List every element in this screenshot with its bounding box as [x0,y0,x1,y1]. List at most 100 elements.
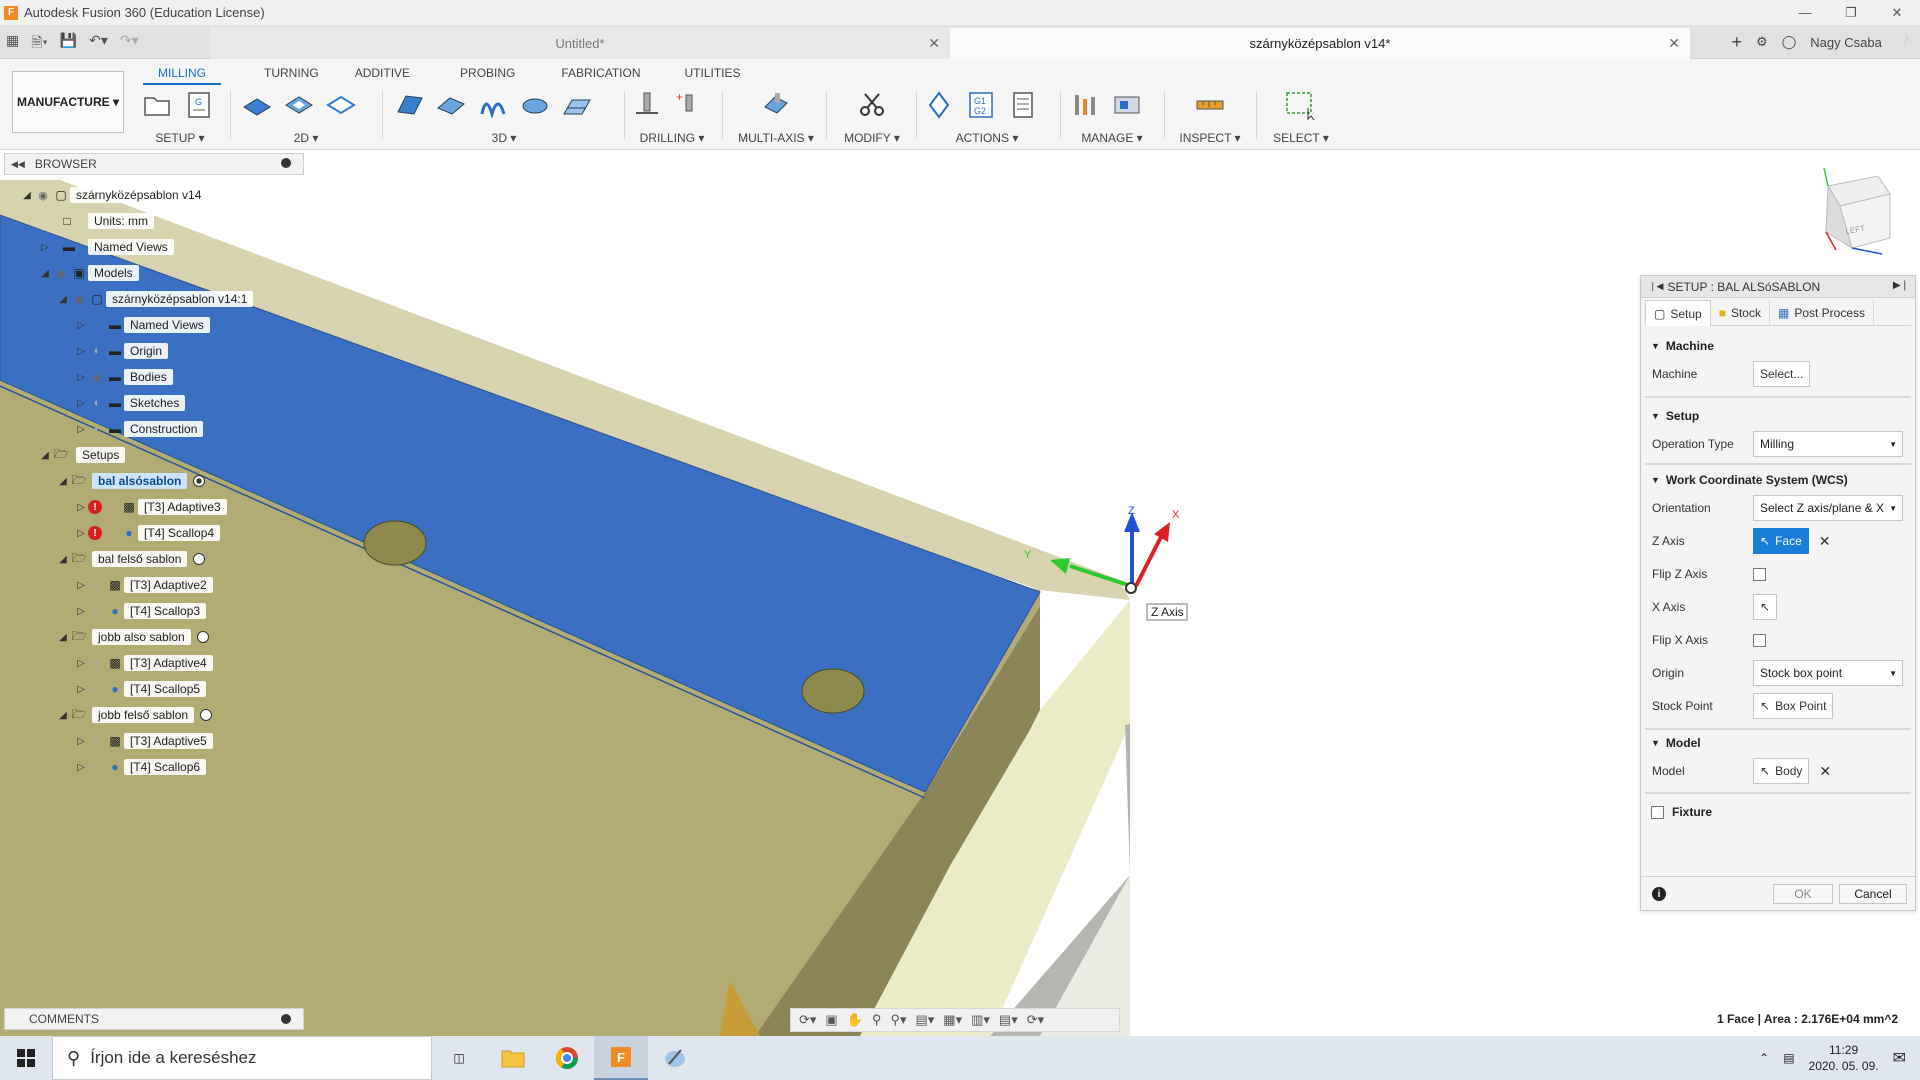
setup-sheet-icon[interactable] [1006,88,1040,122]
model-select-button[interactable]: ↖ Body [1753,758,1810,784]
job-status-icon[interactable]: ◯ [1782,34,1797,50]
hidden-eye-icon[interactable]: ◐ [88,683,106,695]
expand-triangle-icon[interactable]: ▷ [74,736,88,747]
chrome-icon[interactable] [540,1036,594,1080]
tree-op-scallop6[interactable]: ▷ ◐ ● [T4] Scallop6 [74,756,207,778]
tab-additive[interactable]: ADDITIVE [340,65,425,85]
setup-radio[interactable] [200,709,213,721]
orbit-icon[interactable]: ⟳▾ [799,1012,816,1028]
collapse-triangle-icon[interactable]: ◢ [56,294,70,305]
tree-bodies[interactable]: ▷ ◉ ▬ Bodies [74,366,173,388]
refresh-icon[interactable]: ⟳▾ [1027,1012,1044,1028]
network-icon[interactable]: ▤ [1783,1051,1794,1065]
3d-parallel-icon[interactable] [518,88,552,122]
viewports-icon[interactable]: ▥▾ [971,1012,990,1028]
save-icon[interactable]: 💾 [60,32,77,56]
visibility-eye-icon[interactable]: ◉ [34,189,52,202]
tree-op-adaptive5[interactable]: ▷ ◐ ▩ [T3] Adaptive5 [74,730,213,752]
tree-setup-jobb-also[interactable]: ◢ 🗁 jobb also sablon [56,626,209,648]
expand-triangle-icon[interactable]: ▷ [74,398,88,409]
tab-turning[interactable]: TURNING [249,65,334,85]
machine-library-icon[interactable] [1110,88,1144,122]
tab-active-document[interactable]: szárnyközépsablon v14* ✕ [950,28,1690,59]
drilling-group-label[interactable]: DRILLING [640,131,695,145]
3d-scallop-icon[interactable] [560,88,594,122]
tree-op-adaptive2[interactable]: ▷ ◐ ▩ [T3] Adaptive2 [74,574,213,596]
tab-milling[interactable]: MILLING [143,65,222,85]
machine-select-button[interactable]: Select... [1753,361,1811,387]
error-icon[interactable]: ! [88,500,102,514]
hidden-eye-icon[interactable]: ◐ [102,527,120,539]
close-tab-icon[interactable]: ✕ [928,35,940,52]
setup-radio[interactable] [196,631,209,643]
clock[interactable]: 11:29 2020. 05. 09. [1809,1042,1879,1074]
fit-zoom-icon[interactable]: ⚲▾ [890,1012,906,1028]
origin-dropdown[interactable]: Stock box point ▼ [1753,660,1903,686]
file-menu-icon[interactable]: 🗎▾ [31,32,47,56]
tree-op-adaptive4[interactable]: ▷ ◐ ▩ [T3] Adaptive4 [74,652,213,674]
paint-app-icon[interactable] [648,1036,702,1080]
close-tab-icon[interactable]: ✕ [1668,35,1680,52]
2d-adaptive-icon[interactable] [240,88,274,122]
cancel-button[interactable]: Cancel [1839,884,1907,904]
restore-button[interactable]: ❐ [1828,0,1874,25]
drill-icon[interactable] [630,88,664,122]
z-axis-select-button[interactable]: ↖ Face [1753,528,1809,554]
collapse-triangle-icon[interactable]: ◢ [56,554,70,565]
section-wcs[interactable]: ▼ Work Coordinate System (WCS) [1641,468,1917,492]
dialog-header[interactable]: ❘◀ SETUP : BAL ALSóSABLON ▶❘ [1641,276,1915,298]
flip-z-checkbox[interactable] [1753,567,1766,581]
tray-overflow-chevron-icon[interactable]: ⌃ [1759,1051,1769,1065]
clear-selection-icon[interactable]: ✕ [1819,763,1831,780]
section-fixture[interactable]: Fixture [1641,800,1917,824]
simulate-icon[interactable] [922,88,956,122]
tree-origin[interactable]: ▷ ◐ ▬ Origin [74,340,169,362]
hidden-eye-icon[interactable]: ◐ [102,501,120,513]
tree-setup-bal-felso[interactable]: ◢ 🗁 bal felső sablon [56,548,206,570]
windows-start-button[interactable] [0,1036,52,1080]
tab-post-process[interactable]: ▦ Post Process [1770,300,1875,326]
expand-triangle-icon[interactable]: ▷ [74,346,88,357]
hidden-eye-icon[interactable]: ◐ [88,761,106,773]
tab-untitled[interactable]: Untitled* ✕ [210,28,950,59]
tree-construction[interactable]: ▷ ◐ ▬ Construction [74,418,204,440]
manage-group-label[interactable]: MANAGE [1081,131,1133,145]
fixture-checkbox[interactable] [1651,805,1664,819]
info-icon[interactable]: i [1652,887,1666,901]
x-axis-select-button[interactable]: ↖ [1753,594,1778,620]
expand-triangle-icon[interactable]: ▷ [74,320,88,331]
workspace-switcher[interactable]: MANUFACTURE ▾ [12,71,124,133]
multiaxis-icon[interactable] [759,88,793,122]
setup-radio[interactable] [193,553,206,565]
x-axis-arrow[interactable] [1134,534,1164,587]
wcs-origin-point[interactable] [1125,582,1137,594]
section-model[interactable]: ▼ Model [1641,731,1917,755]
hole-recognition-icon[interactable]: + [672,88,706,122]
display-settings-icon[interactable]: ▤▾ [915,1012,934,1028]
new-tab-plus-icon[interactable]: + [1732,32,1743,53]
minimize-button[interactable]: — [1782,0,1828,25]
collapse-triangle-icon[interactable]: ◢ [56,632,70,643]
flip-x-checkbox[interactable] [1753,633,1766,647]
multiaxis-group-label[interactable]: MULTI-AXIS [738,131,804,145]
hidden-eye-icon[interactable]: ◐ [88,579,106,591]
tree-root[interactable]: ◢ ◉ ▢ szárnyközépsablon v14 [20,184,208,206]
ok-button[interactable]: OK [1773,884,1833,904]
collapse-arrows-icon[interactable]: ◀◀ [11,159,25,170]
help-icon[interactable]: ❔ [1896,34,1912,50]
user-name[interactable]: Nagy Csaba [1810,35,1882,50]
hidden-eye-icon[interactable]: ◐ [88,397,106,409]
task-view-icon[interactable]: ◫ [432,1036,486,1080]
visibility-eye-icon[interactable]: ◉ [70,293,88,306]
collapse-triangle-icon[interactable]: ◢ [56,710,70,721]
expand-triangle-icon[interactable]: ▷ [74,658,88,669]
tree-units[interactable]: □ Units: mm [58,210,154,232]
taskbar-search-box[interactable]: ⚲ Írjon ide a kereséshez [52,1036,432,1080]
visibility-eye-icon[interactable]: ◉ [52,267,70,280]
tree-setups[interactable]: ◢ 🗁 Setups [38,444,126,466]
zoom-icon[interactable]: ⚲ [872,1012,882,1028]
close-window-button[interactable]: ✕ [1874,0,1920,25]
tab-fabrication[interactable]: FABRICATION [546,65,655,85]
tree-models[interactable]: ◢ ◉ ▣ Models [38,262,139,284]
operation-type-dropdown[interactable]: Milling ▼ [1753,431,1903,457]
